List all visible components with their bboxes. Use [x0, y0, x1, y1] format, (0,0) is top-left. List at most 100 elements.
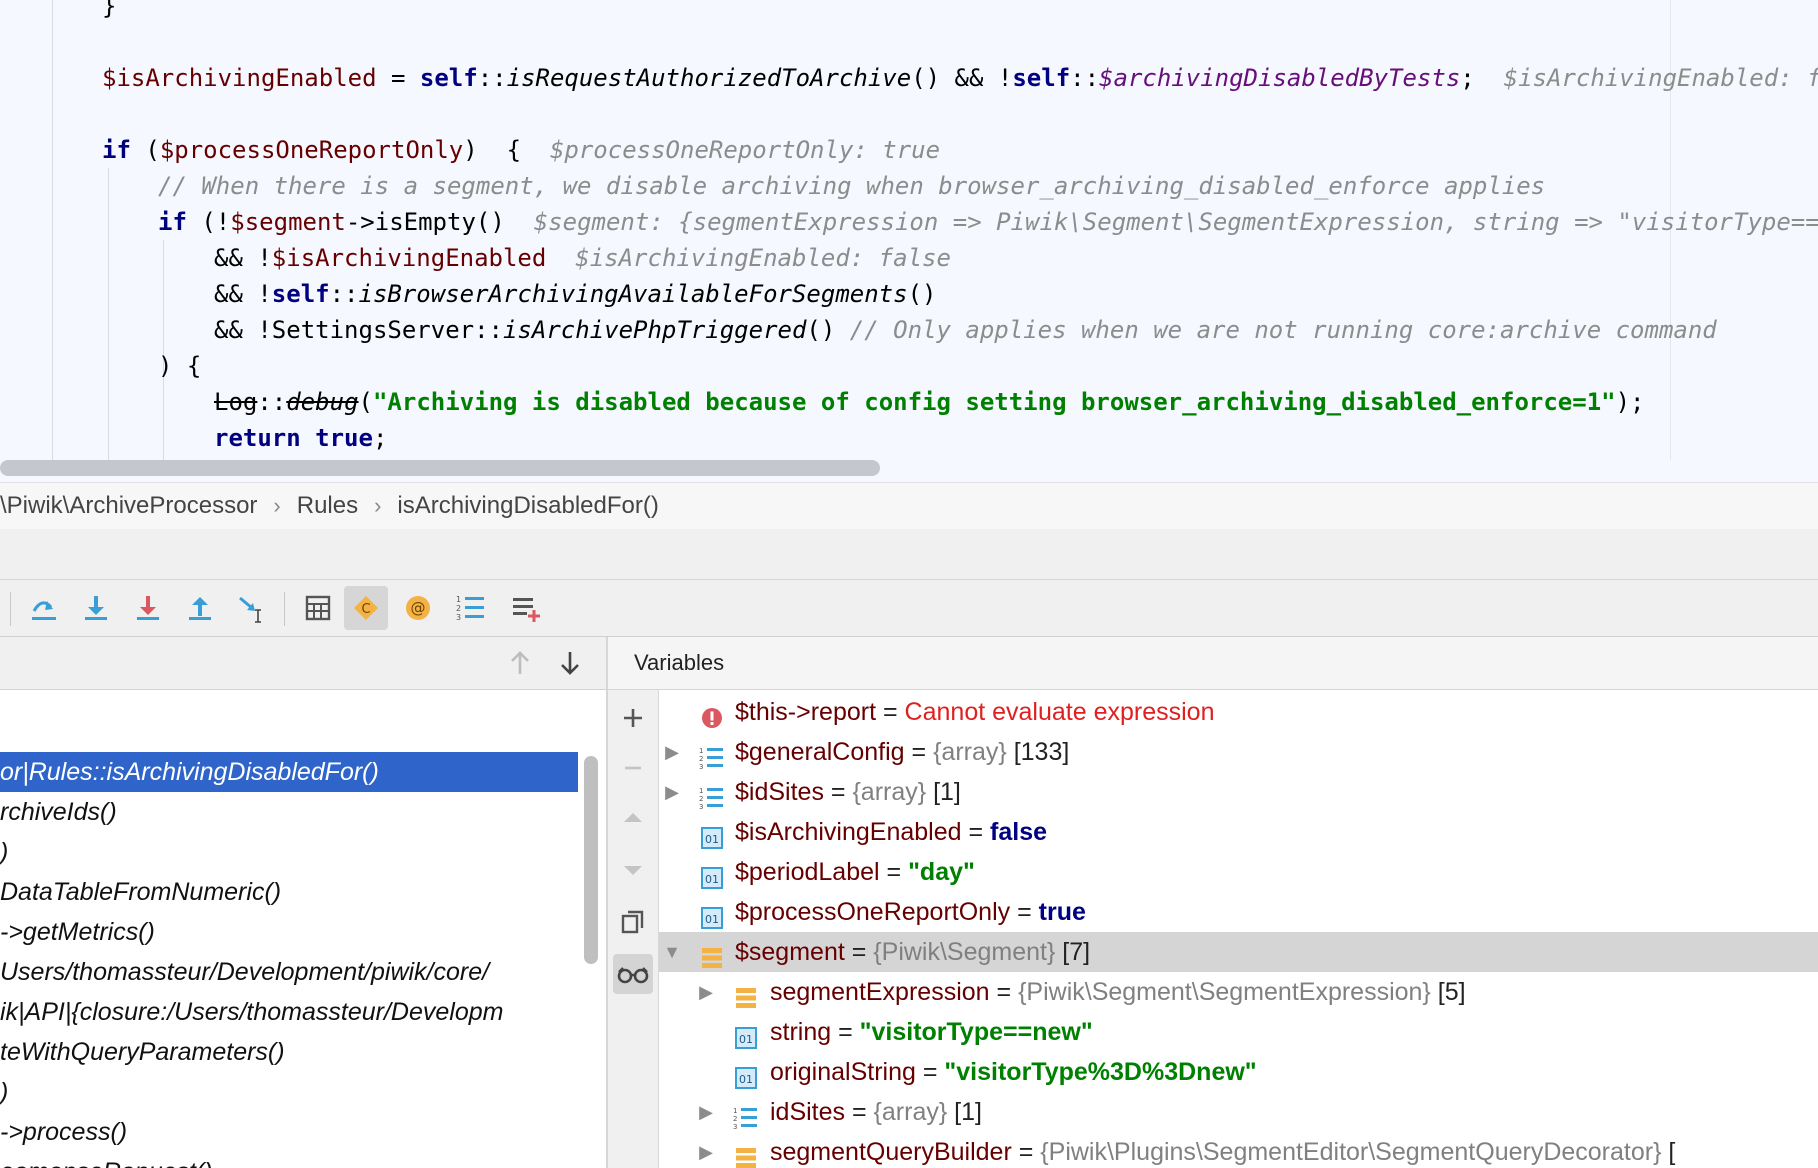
- svg-text:01: 01: [705, 873, 719, 886]
- glasses-icon[interactable]: [613, 954, 653, 994]
- svg-text:01: 01: [739, 1033, 753, 1046]
- code-line: return true;: [214, 424, 388, 452]
- variable-row[interactable]: $this->report = Cannot evaluate expressi…: [659, 692, 1818, 732]
- code-line: }: [102, 0, 117, 20]
- code-line: if ($processOneReportOnly) { $processOne…: [102, 136, 941, 164]
- variables-tree: $this->report = Cannot evaluate expressi…: [659, 690, 1818, 1168]
- variable-row[interactable]: 01 $processOneReportOnly = true: [659, 892, 1818, 932]
- variables-toolbar: [608, 690, 659, 1168]
- debug-toolbar: C @ 123: [0, 580, 1818, 637]
- breadcrumb-class[interactable]: Rules: [297, 483, 358, 529]
- variable-row[interactable]: ▶ 123 $idSites = {array} [1]: [659, 772, 1818, 812]
- add-watch-icon[interactable]: [613, 698, 653, 738]
- variable-row[interactable]: ▶ segmentExpression = {Piwik\Segment\Seg…: [659, 972, 1818, 1012]
- code-line: && !self::isBrowserArchivingAvailableFor…: [214, 280, 937, 308]
- inline-value-hint: $segment: {segmentExpression => Piwik\Se…: [533, 208, 1818, 236]
- svg-text:2: 2: [699, 795, 703, 803]
- step-into-icon[interactable]: [74, 586, 118, 630]
- remove-watch-icon[interactable]: [613, 748, 653, 788]
- primitive-icon: 01: [701, 901, 723, 929]
- svg-text:C: C: [361, 602, 370, 617]
- breadcrumb: \Piwik\ArchiveProcessor › Rules › isArchivin…: [0, 482, 1818, 530]
- expand-arrow-icon[interactable]: ▶: [695, 972, 717, 1012]
- frames-scrollbar-thumb[interactable]: [584, 756, 598, 964]
- frame-item[interactable]: ik|API|{closure:/Users/thomassteur/Devel…: [0, 992, 578, 1032]
- svg-text:1: 1: [733, 1107, 737, 1115]
- svg-text:01: 01: [705, 913, 719, 926]
- arrow-up-icon[interactable]: [502, 645, 538, 681]
- watches-icon[interactable]: @: [396, 586, 440, 630]
- force-step-into-icon[interactable]: [126, 586, 170, 630]
- frame-item[interactable]: eamonseRanuest(): [0, 1152, 578, 1168]
- expand-arrow-icon[interactable]: ▶: [695, 1132, 717, 1168]
- frame-item[interactable]: Users/thomassteur/Development/piwik/core…: [0, 952, 578, 992]
- code-line: && !$isArchivingEnabled $isArchivingEnab…: [214, 244, 951, 272]
- variable-row[interactable]: ▶ 123 $generalConfig = {array} [133]: [659, 732, 1818, 772]
- debug-tool-window-header: [0, 529, 1818, 580]
- toolbar-separator: [10, 592, 11, 626]
- variable-row[interactable]: ▶ 123 idSites = {array} [1]: [659, 1092, 1818, 1132]
- code-editor[interactable]: } $isArchivingEnabled = self::isRequestA…: [0, 0, 1818, 480]
- indent-guide: [52, 0, 53, 460]
- inline-value-hint: $isArchivingEnabled: false: [1503, 64, 1818, 92]
- horizontal-scrollbar-thumb[interactable]: [0, 460, 880, 476]
- frames-header: [0, 637, 607, 690]
- add-breakpoint-icon[interactable]: [504, 586, 548, 630]
- object-icon: [735, 1141, 757, 1168]
- svg-text:3: 3: [733, 1123, 737, 1129]
- svg-text:2: 2: [456, 604, 461, 613]
- frame-item[interactable]: ): [0, 832, 578, 872]
- object-icon: [701, 941, 723, 968]
- variable-row[interactable]: 01 $periodLabel = "day": [659, 852, 1818, 892]
- move-up-icon[interactable]: [613, 798, 653, 838]
- svg-text:01: 01: [739, 1073, 753, 1086]
- toolbar-separator: [284, 592, 285, 626]
- variable-row[interactable]: 01 $isArchivingEnabled = false: [659, 812, 1818, 852]
- frame-item[interactable]: DataTableFromNumeric(): [0, 872, 578, 912]
- svg-text:3: 3: [456, 613, 461, 622]
- frame-item[interactable]: teWithQueryParameters(): [0, 1032, 578, 1072]
- variable-row[interactable]: ▶ segmentQueryBuilder = {Piwik\Plugins\S…: [659, 1132, 1818, 1168]
- indent-guide: [108, 168, 109, 460]
- error-icon: [701, 701, 723, 728]
- primitive-icon: 01: [701, 861, 723, 889]
- inline-value-hint: $isArchivingEnabled: false: [575, 244, 951, 272]
- expand-arrow-icon[interactable]: ▶: [661, 772, 683, 812]
- frames-list: or|Rules::isArchivingDisabledFor() rchiv…: [0, 690, 607, 1168]
- frame-item[interactable]: ): [0, 1072, 578, 1112]
- breadcrumb-namespace[interactable]: \Piwik\ArchiveProcessor: [0, 483, 257, 529]
- code-line: ) {: [158, 352, 202, 380]
- frame-item[interactable]: rchiveIds(): [0, 792, 578, 832]
- run-to-cursor-icon[interactable]: [230, 586, 274, 630]
- expand-arrow-icon[interactable]: ▶: [661, 732, 683, 772]
- collect-classes-icon[interactable]: C: [344, 586, 388, 630]
- primitive-icon: 01: [735, 1061, 757, 1089]
- array-icon: 123: [699, 741, 723, 771]
- frames-list-icon[interactable]: 123: [448, 586, 492, 630]
- evaluate-expression-icon[interactable]: [296, 586, 340, 630]
- svg-text:1: 1: [456, 595, 461, 604]
- frame-item[interactable]: or|Rules::isArchivingDisabledFor(): [0, 752, 578, 792]
- collapse-arrow-icon[interactable]: ▼: [661, 932, 683, 972]
- move-down-icon[interactable]: [613, 850, 653, 890]
- breadcrumb-separator: ›: [273, 493, 281, 518]
- variable-row[interactable]: 01 string = "visitorType==new": [659, 1012, 1818, 1052]
- variable-row[interactable]: 01 originalString = "visitorType%3D%3Dne…: [659, 1052, 1818, 1092]
- inline-value-hint: $processOneReportOnly: true: [549, 136, 941, 164]
- breadcrumb-method[interactable]: isArchivingDisabledFor(): [397, 483, 658, 529]
- frame-item[interactable]: ->getMetrics(): [0, 912, 578, 952]
- code-line: // When there is a segment, we disable a…: [158, 172, 1546, 200]
- copy-icon[interactable]: [613, 902, 653, 942]
- arrow-down-icon[interactable]: [552, 645, 588, 681]
- code-line: $isArchivingEnabled = self::isRequestAut…: [102, 60, 1818, 96]
- expand-arrow-icon[interactable]: ▶: [695, 1092, 717, 1132]
- variable-row[interactable]: ▼ $segment = {Piwik\Segment} [7]: [659, 932, 1818, 972]
- step-out-icon[interactable]: [178, 586, 222, 630]
- breadcrumb-separator: ›: [374, 493, 382, 518]
- array-icon: 123: [733, 1101, 757, 1131]
- step-over-icon[interactable]: [22, 586, 66, 630]
- svg-text:@: @: [411, 599, 426, 617]
- frame-item[interactable]: ->process(): [0, 1112, 578, 1152]
- svg-text:3: 3: [699, 763, 703, 769]
- primitive-icon: 01: [735, 1021, 757, 1049]
